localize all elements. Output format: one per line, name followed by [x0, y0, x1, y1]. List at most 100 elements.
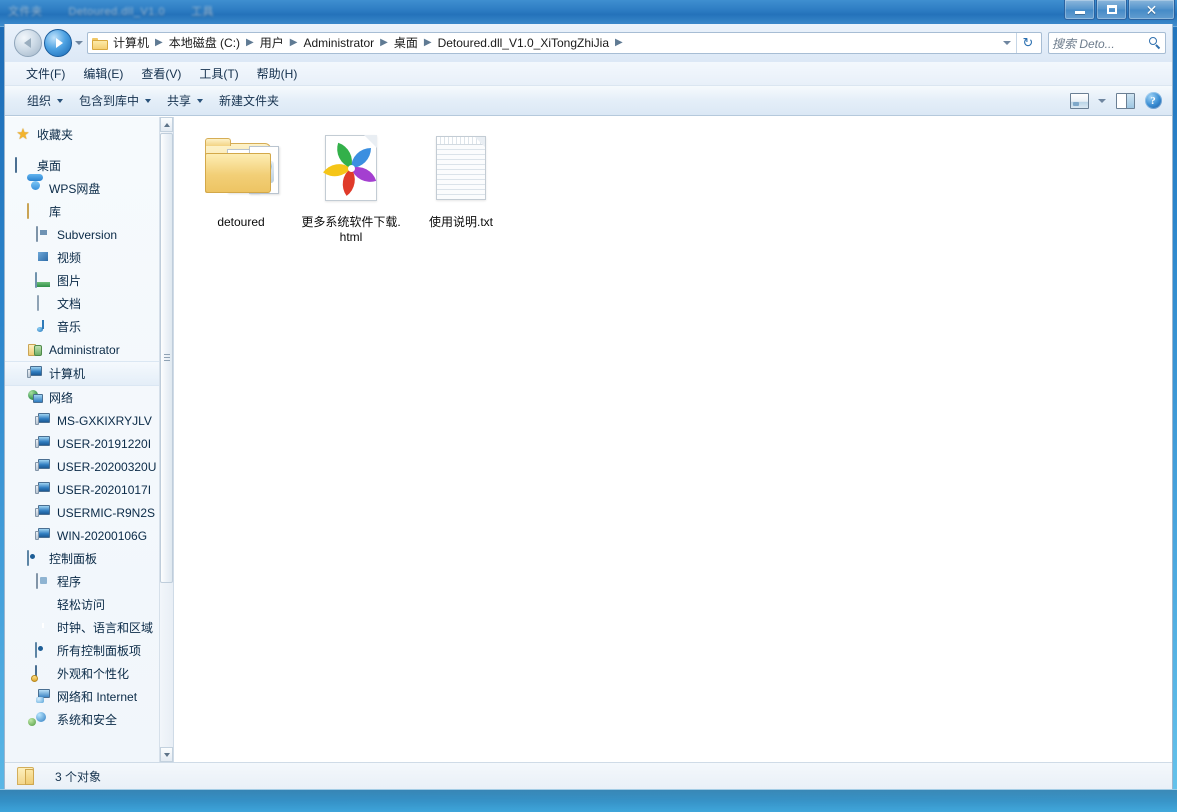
menu-item-view[interactable]: 查看(V) [132, 63, 190, 84]
sidebar-item-favorites[interactable]: ★ 收藏夹 [5, 123, 159, 146]
sidebar-item-documents[interactable]: 文档 [5, 292, 159, 315]
sidebar-item-label: WIN-20200106G [57, 528, 148, 543]
maximize-icon [1106, 5, 1117, 14]
breadcrumb-separator-icon[interactable]: ▶ [286, 33, 302, 53]
sidebar-item-pictures[interactable]: 图片 [5, 269, 159, 292]
address-bar-row: 计算机 ▶ 本地磁盘 (C:) ▶ 用户 ▶ Administrator ▶ 桌… [5, 24, 1172, 62]
preview-pane-button[interactable] [1112, 90, 1138, 112]
sidebar-item-network-computer-2[interactable]: USER-20191220I [5, 432, 159, 455]
sidebar-item-network-computer-1[interactable]: MS-GXKIXRYJLV [5, 409, 159, 432]
sidebar-item-clock-language-region[interactable]: 时钟、语言和区域 [5, 616, 159, 639]
refresh-button[interactable]: ↻ [1016, 33, 1039, 53]
computer-icon [35, 528, 51, 544]
include-in-library-button[interactable]: 包含到库中 [71, 89, 159, 112]
file-item-txt[interactable]: 使用说明.txt [408, 131, 514, 245]
sidebar-scrollbar[interactable] [159, 117, 173, 762]
computer-icon [35, 482, 51, 498]
search-box[interactable]: 搜索 Deto... [1048, 32, 1166, 54]
sidebar-item-wps-cloud[interactable]: WPS网盘 [5, 177, 159, 200]
back-button[interactable] [14, 29, 42, 57]
file-list-pane[interactable]: detoured 更多系统软件下载.html 使用说明.txt [174, 117, 1172, 762]
scroll-up-button[interactable] [160, 117, 173, 132]
sidebar-item-music[interactable]: 音乐 [5, 315, 159, 338]
window-titlebar[interactable]: 文件夹 Detoured.dll_V1.0 工具 ✕ [0, 0, 1177, 24]
window-title: 文件夹 Detoured.dll_V1.0 工具 [8, 3, 240, 19]
breadcrumb-separator-icon[interactable]: ▶ [242, 33, 258, 53]
breadcrumb-separator-icon[interactable]: ▶ [376, 33, 392, 53]
organize-label: 组织 [27, 94, 52, 108]
sidebar-item-appearance[interactable]: 外观和个性化 [5, 662, 159, 685]
user-icon [27, 342, 43, 358]
window-titlebar-glass: 文件夹 Detoured.dll_V1.0 工具 ✕ [0, 0, 1177, 27]
address-dropdown-button[interactable] [998, 33, 1016, 53]
breadcrumb-item-4[interactable]: 桌面 [392, 33, 420, 53]
new-folder-button[interactable]: 新建文件夹 [211, 89, 287, 112]
sidebar-item-control-panel[interactable]: 控制面板 [5, 547, 159, 570]
organize-button[interactable]: 组织 [19, 89, 71, 112]
sidebar-item-label: 桌面 [37, 159, 62, 173]
sidebar-item-label: 网络 [49, 391, 74, 405]
breadcrumb[interactable]: 计算机 ▶ 本地磁盘 (C:) ▶ 用户 ▶ Administrator ▶ 桌… [87, 32, 1042, 54]
sidebar-item-network-computer-3[interactable]: USER-20200320U [5, 455, 159, 478]
sidebar-item-network-computer-5[interactable]: USERMIC-R9N2S [5, 501, 159, 524]
navigation-list: ★ 收藏夹 桌面 WPS网盘 库 Subversion 视频 图片 文档 音乐 … [5, 117, 159, 762]
menu-item-tools[interactable]: 工具(T) [190, 63, 247, 84]
navigation-pane: ★ 收藏夹 桌面 WPS网盘 库 Subversion 视频 图片 文档 音乐 … [5, 117, 174, 762]
breadcrumb-item-5[interactable]: Detoured.dll_V1.0_XiTongZhiJia [436, 33, 611, 53]
computer-icon [35, 459, 51, 475]
monitor-icon [15, 156, 31, 174]
close-button[interactable]: ✕ [1128, 0, 1175, 20]
scrollbar-thumb[interactable] [160, 133, 173, 583]
sidebar-item-subversion[interactable]: Subversion [5, 223, 159, 246]
breadcrumb-separator-icon[interactable]: ▶ [151, 33, 167, 53]
status-text: 3 个对象 [55, 769, 102, 784]
view-dropdown-button[interactable] [1094, 90, 1110, 112]
recent-pages-button[interactable] [72, 30, 85, 56]
sidebar-item-ease-of-access[interactable]: 轻松访问 [5, 593, 159, 616]
sidebar-item-label: 控制面板 [49, 552, 98, 566]
help-icon: ? [1144, 92, 1162, 109]
file-item-html[interactable]: 更多系统软件下载.html [298, 131, 404, 245]
minimize-button[interactable] [1064, 0, 1095, 20]
pictures-icon [35, 271, 51, 289]
sidebar-item-computer[interactable]: 计算机 [5, 361, 159, 386]
forward-button[interactable] [44, 29, 72, 57]
sidebar-item-network-computer-6[interactable]: WIN-20200106G [5, 524, 159, 547]
chevron-down-icon [74, 41, 83, 45]
sidebar-item-administrator[interactable]: Administrator [5, 338, 159, 361]
breadcrumb-item-0[interactable]: 计算机 [111, 33, 151, 53]
taskbar[interactable] [0, 789, 1177, 812]
sidebar-item-videos[interactable]: 视频 [5, 246, 159, 269]
menu-bar: 文件(F) 编辑(E) 查看(V) 工具(T) 帮助(H) [5, 62, 1172, 86]
menu-item-help[interactable]: 帮助(H) [248, 63, 307, 84]
breadcrumb-item-2[interactable]: 用户 [258, 33, 286, 53]
menu-item-file[interactable]: 文件(F) [17, 63, 74, 84]
forward-arrow-icon [55, 38, 63, 48]
sidebar-item-libraries[interactable]: 库 [5, 200, 159, 223]
sidebar-item-network-internet[interactable]: 网络和 Internet [5, 685, 159, 708]
file-item-detoured[interactable]: detoured [188, 131, 294, 245]
video-icon [35, 250, 51, 266]
scroll-down-button[interactable] [160, 747, 173, 762]
maximize-button[interactable] [1096, 0, 1127, 20]
search-input[interactable]: 搜索 Deto... [1052, 35, 1148, 52]
breadcrumb-separator-icon[interactable]: ▶ [611, 33, 627, 53]
sidebar-item-label: 收藏夹 [37, 128, 74, 142]
change-view-button[interactable] [1066, 90, 1092, 112]
menu-item-edit[interactable]: 编辑(E) [74, 63, 132, 84]
sidebar-item-programs[interactable]: 程序 [5, 570, 159, 593]
breadcrumb-item-3[interactable]: Administrator [301, 33, 376, 53]
sidebar-item-all-control-panel-items[interactable]: 所有控制面板项 [5, 639, 159, 662]
sidebar-item-network-computer-4[interactable]: USER-20201017I [5, 478, 159, 501]
sidebar-item-network[interactable]: 网络 [5, 386, 159, 409]
breadcrumb-item-1[interactable]: 本地磁盘 (C:) [167, 33, 242, 53]
share-button[interactable]: 共享 [159, 89, 211, 112]
triangle-down-icon [163, 752, 170, 757]
file-name-label: 更多系统软件下载.html [301, 215, 401, 244]
sidebar-item-system-security[interactable]: 系统和安全 [5, 708, 159, 731]
help-button[interactable]: ? [1140, 90, 1166, 112]
open-folder-icon [15, 765, 41, 787]
sidebar-item-label: 库 [49, 205, 62, 219]
folder-icon [92, 37, 108, 50]
breadcrumb-separator-icon[interactable]: ▶ [420, 33, 436, 53]
